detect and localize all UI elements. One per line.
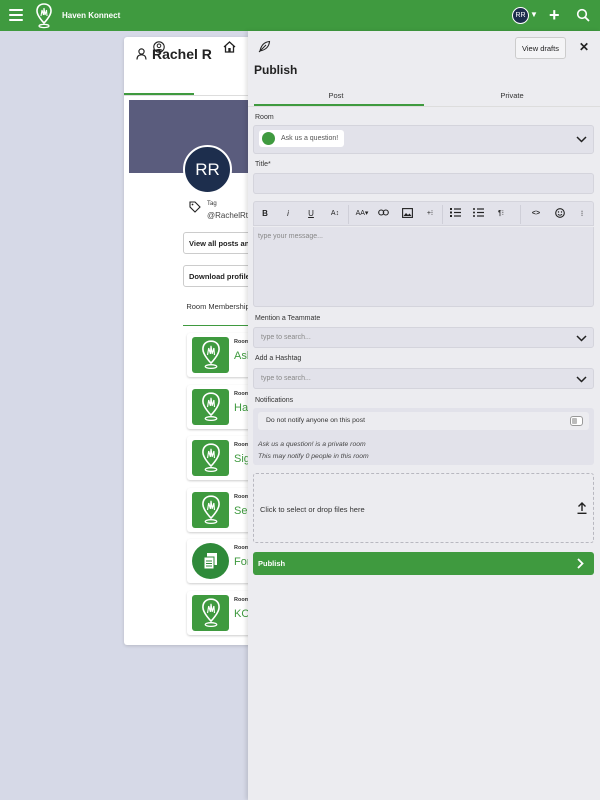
app-name[interactable]: Haven Konnect bbox=[62, 11, 120, 20]
hashtag-label: Add a Hashtag bbox=[255, 355, 302, 362]
editor-toolbar: B i U A↕ AA▾ +⁝ ¶⁝ <> ⁝ bbox=[253, 201, 594, 226]
toolbar-divider bbox=[520, 205, 521, 224]
toolbar-divider bbox=[442, 205, 443, 224]
notifications-label: Notifications bbox=[255, 397, 294, 404]
file-drop-zone[interactable]: Click to select or drop files here bbox=[253, 473, 594, 543]
chevron-down-icon[interactable] bbox=[576, 376, 587, 383]
room-select[interactable]: Ask us a question! bbox=[253, 125, 594, 154]
profile-handle: @RachelRt bbox=[207, 211, 249, 220]
chevron-down-icon[interactable] bbox=[576, 335, 587, 342]
drop-label: Click to select or drop files here bbox=[260, 505, 365, 514]
notify-toggle-row[interactable]: Do not notify anyone on this post bbox=[258, 412, 589, 430]
profile-name: Rachel R bbox=[136, 46, 212, 62]
bullet-list-icon[interactable] bbox=[472, 208, 484, 220]
mention-placeholder: type to search... bbox=[261, 334, 311, 341]
app-logo-icon[interactable] bbox=[36, 3, 52, 34]
notify-toggle[interactable] bbox=[570, 416, 583, 426]
toolbar-divider bbox=[348, 205, 349, 224]
chevron-down-icon[interactable] bbox=[576, 136, 587, 143]
plus-icon[interactable]: + bbox=[549, 5, 560, 25]
tag-icon bbox=[189, 200, 201, 218]
room-name[interactable]: Ha bbox=[234, 402, 248, 414]
image-icon[interactable] bbox=[401, 208, 413, 220]
location-grass-icon bbox=[192, 595, 229, 631]
room-logo-icon bbox=[262, 132, 275, 145]
room-membership-indicator bbox=[183, 325, 253, 326]
insert-button[interactable]: +⁝ bbox=[422, 208, 438, 220]
chevron-down-icon[interactable]: ▼ bbox=[530, 10, 538, 19]
notify-info-count: This may notify 0 people in this room bbox=[258, 453, 369, 460]
publish-panel: Publish View drafts ✕ Post Private Room … bbox=[248, 31, 600, 800]
top-bar: Haven Konnect RR ▼ + bbox=[0, 0, 600, 31]
italic-button[interactable]: i bbox=[283, 208, 293, 220]
tab-divider bbox=[248, 106, 600, 107]
emoji-icon[interactable] bbox=[554, 208, 566, 220]
paragraph-button[interactable]: ¶⁝ bbox=[494, 208, 508, 220]
text-size-button[interactable]: A↕ bbox=[328, 208, 342, 220]
chevron-right-icon bbox=[577, 558, 584, 569]
tag-label: Tag bbox=[207, 201, 217, 207]
hashtag-input[interactable]: type to search... bbox=[253, 368, 594, 389]
title-label: Title* bbox=[255, 161, 271, 168]
menu-icon[interactable] bbox=[9, 9, 23, 21]
upload-icon[interactable] bbox=[577, 502, 587, 514]
mention-input[interactable]: type to search... bbox=[253, 327, 594, 348]
link-icon[interactable] bbox=[377, 208, 389, 220]
mention-label: Mention a Teammate bbox=[255, 315, 321, 322]
code-button[interactable]: <> bbox=[529, 208, 543, 220]
location-grass-icon bbox=[192, 337, 229, 373]
underline-button[interactable]: U bbox=[306, 208, 316, 220]
person-icon bbox=[136, 48, 147, 60]
notify-info-private: Ask us a question! is a private room bbox=[258, 441, 366, 448]
notifications-box: Do not notify anyone on this post Ask us… bbox=[253, 408, 594, 465]
feather-icon bbox=[258, 40, 271, 58]
user-circle-icon bbox=[153, 41, 165, 53]
room-label: Room bbox=[255, 114, 274, 121]
tab-private[interactable]: Private bbox=[424, 91, 600, 100]
editor-placeholder: type your message... bbox=[258, 233, 323, 240]
search-icon[interactable] bbox=[576, 8, 590, 27]
tab-profile[interactable] bbox=[153, 40, 165, 58]
message-editor[interactable]: type your message... bbox=[253, 227, 594, 307]
tab-room-membership[interactable]: Room Membership bbox=[183, 301, 253, 312]
close-icon[interactable]: ✕ bbox=[579, 40, 589, 54]
publish-button-label: Publish bbox=[258, 559, 286, 568]
room-chip: Ask us a question! bbox=[259, 130, 345, 147]
tab-post[interactable]: Post bbox=[248, 91, 424, 100]
title-input[interactable] bbox=[253, 173, 594, 194]
location-grass-icon bbox=[192, 389, 229, 425]
more-button[interactable]: ⁝ bbox=[578, 208, 586, 220]
panel-title: Publish bbox=[254, 63, 298, 77]
home-icon bbox=[223, 41, 236, 53]
location-grass-icon bbox=[192, 492, 229, 528]
bold-button[interactable]: B bbox=[260, 208, 270, 220]
tab-divider bbox=[124, 95, 264, 96]
view-drafts-button[interactable]: View drafts bbox=[515, 37, 566, 59]
font-button[interactable]: AA▾ bbox=[354, 208, 370, 220]
profile-avatar[interactable]: RR bbox=[183, 145, 232, 194]
document-icon bbox=[192, 543, 229, 579]
tab-home[interactable] bbox=[223, 40, 236, 58]
user-avatar[interactable]: RR bbox=[512, 7, 529, 24]
ordered-list-icon[interactable] bbox=[449, 208, 461, 220]
room-chip-text: Ask us a question! bbox=[281, 135, 339, 142]
publish-button[interactable]: Publish bbox=[253, 552, 594, 575]
location-grass-icon bbox=[192, 440, 229, 476]
notify-toggle-label: Do not notify anyone on this post bbox=[266, 417, 365, 424]
hashtag-placeholder: type to search... bbox=[261, 375, 311, 382]
profile-card: Rachel R RR Tag @RachelRt View all posts… bbox=[124, 37, 264, 645]
